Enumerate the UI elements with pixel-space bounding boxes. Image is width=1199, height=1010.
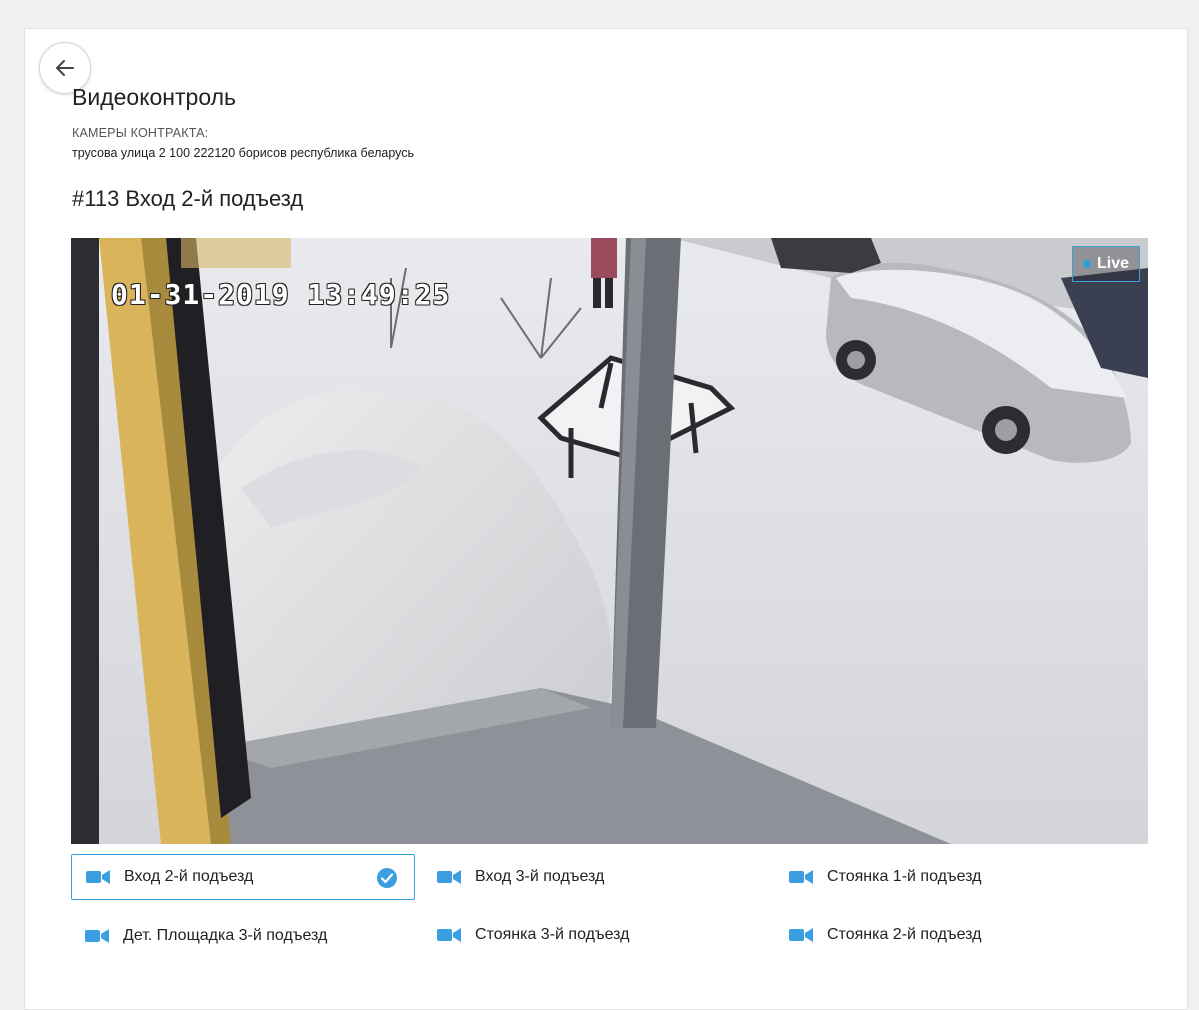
video-camera-icon [437,870,461,884]
camera-item-playground-3[interactable]: Дет. Площадка 3-й подъезд [71,908,401,964]
check-circle-icon [377,868,397,888]
camera-item-label: Вход 2-й подъезд [124,868,254,885]
camera-item-label: Стоянка 3-й подъезд [475,926,630,943]
video-camera-icon [789,870,813,884]
camera-item-label: Вход 3-й подъезд [475,868,605,885]
camera-item-parking-1[interactable]: Стоянка 1-й подъезд [775,854,1125,900]
camera-item-entrance-2[interactable]: Вход 2-й подъезд [71,854,415,900]
contract-address: трусова улица 2 100 222120 борисов респу… [72,146,415,160]
camera-snapshot [71,238,1148,844]
camera-item-label: Стоянка 1-й подъезд [827,868,982,885]
video-camera-icon [437,928,461,942]
video-timestamp: 01-31-2019 13:49:25 [111,278,451,311]
camera-item-label: Дет. Площадка 3-й подъезд [123,927,328,944]
video-camera-icon [789,928,813,942]
live-badge[interactable]: Live [1071,246,1140,282]
camera-video-feed[interactable]: 01-31-2019 13:49:25 Live [71,238,1148,844]
video-camera-icon [85,929,109,943]
arrow-left-icon [56,60,74,76]
camera-item-parking-2[interactable]: Стоянка 2-й подъезд [775,912,1125,958]
camera-item-label: Стоянка 2-й подъезд [827,926,982,943]
live-dot-icon [1082,260,1091,268]
video-camera-icon [86,870,110,884]
camera-item-parking-3[interactable]: Стоянка 3-й подъезд [423,912,753,958]
camera-item-entrance-3[interactable]: Вход 3-й подъезд [423,854,753,900]
section-label: КАМЕРЫ КОНТРАКТА: [72,126,209,140]
page-title: Видеоконтроль [72,84,237,110]
camera-title: #113 Вход 2-й подъезд [72,186,304,211]
live-label: Live [1096,255,1129,272]
